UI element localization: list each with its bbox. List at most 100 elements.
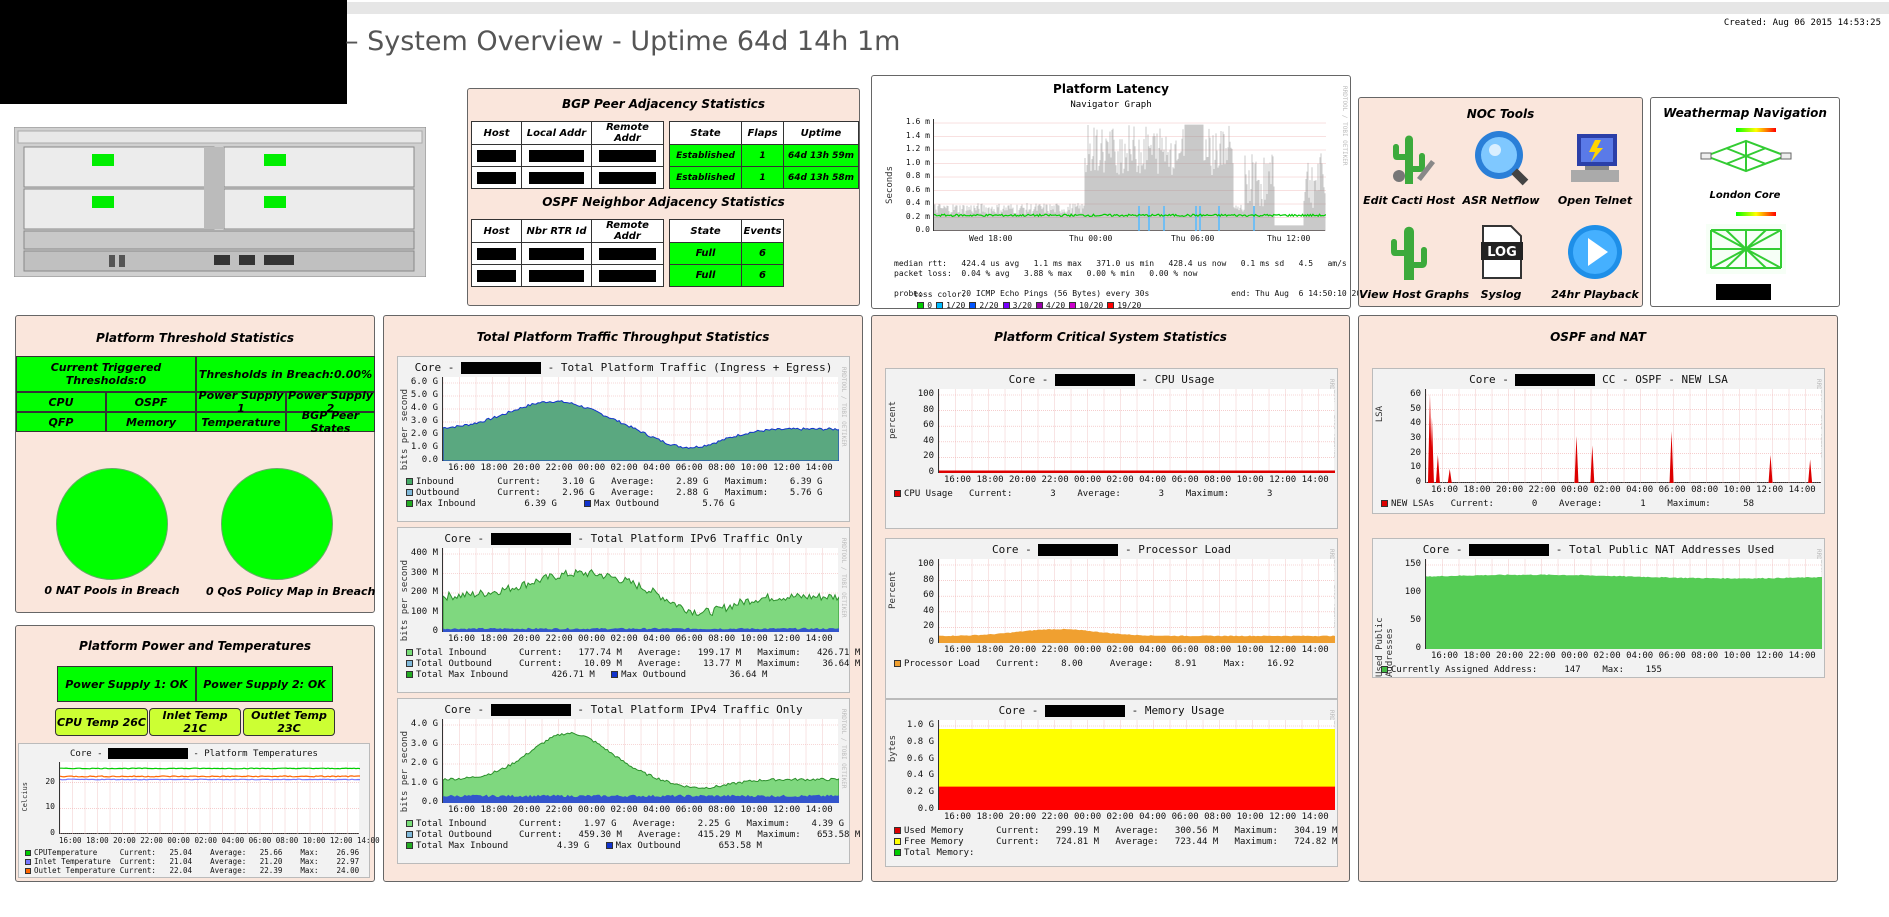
tool-open-telnet[interactable]: Open Telnet (1545, 128, 1645, 207)
tool-label: ASR Netflow (1462, 194, 1540, 207)
graph-title-prefix: Core - (70, 749, 108, 759)
traffic-panel: Total Platform Traffic Throughput Statis… (383, 315, 863, 882)
play-icon (1568, 225, 1622, 279)
y-tick: 0.0 (421, 455, 438, 465)
x-ticks: 16:00 18:00 20:00 22:00 00:00 02:00 04:0… (1431, 651, 1816, 661)
tool-syslog[interactable]: LOG Syslog (1451, 222, 1551, 301)
ospf-lsa-graph[interactable]: Core - CC - OSPF - NEW LSARRDTOOL / TOBI… (1372, 368, 1825, 514)
graph-plot (442, 719, 840, 804)
graph-plot (938, 720, 1335, 811)
ospf-table-title: OSPF Neighbor Adjacency Statistics (542, 195, 785, 209)
legend-swatch (406, 500, 413, 507)
graph-title-prefix: Core - (1469, 373, 1516, 386)
redacted-hostname (460, 362, 541, 374)
ospf-state: Full (669, 264, 742, 287)
legend-row: CPU Usage Current: 3 Average: 3 Maximum:… (894, 489, 1272, 500)
redacted-cell (471, 264, 522, 287)
loss-item-label: 19/20 (1117, 301, 1142, 310)
y-tick: 1.0 G (410, 442, 438, 452)
outlet-temp: Outlet Temp 23C (243, 708, 335, 736)
graph-title-suffix: CC - OSPF - NEW LSA (1595, 373, 1728, 386)
legend-swatch (25, 859, 31, 865)
temperatures-graph[interactable]: Core - - Platform Temperatures Celcius 1… (18, 743, 380, 878)
nat-addresses-graph[interactable]: Core - - Total Public NAT Addresses Used… (1372, 538, 1825, 678)
weathermap-title: Weathermap Navigation (1663, 106, 1827, 120)
y-tick: 6.0 G (410, 377, 438, 387)
tool-label: Open Telnet (1557, 194, 1633, 207)
bgp-uptime: 64d 13h 59m (783, 144, 859, 167)
graph-title: Core - - Total Platform IPv6 Traffic Onl… (398, 532, 849, 545)
x-ticks: 16:00 18:00 20:00 22:00 00:00 02:00 04:0… (944, 475, 1329, 485)
ipv4-traffic-graph[interactable]: Core - - Total Platform IPv4 Traffic Onl… (397, 698, 860, 864)
legend-swatch (894, 660, 901, 667)
graph-plot (442, 548, 840, 633)
ospf-nat-title: OSPF and NAT (1550, 330, 1646, 344)
redacted-hostname (1038, 544, 1119, 556)
weathermap-panel: Weathermap Navigation London Core (1650, 97, 1840, 307)
latency-plot[interactable] (933, 119, 1327, 232)
x-tick: Wed 18:00 (969, 234, 1013, 243)
y-tick: 30 (1410, 433, 1421, 443)
temp-xticks: 16:00 18:00 20:00 22:00 00:00 02:00 04:0… (59, 836, 380, 845)
cpu-usage-graph[interactable]: Core - - CPU UsageRRDTOOL / TOBI OETIKER… (885, 368, 1338, 529)
bgp-row: Established 1 64d 13h 58m (471, 166, 859, 189)
graph-title: Core - - Processor Load (886, 543, 1337, 556)
graph-title-prefix: Core - (444, 703, 491, 716)
redacted-cell (521, 144, 592, 167)
tool-label: Edit Cacti Host (1363, 194, 1455, 207)
graph-title-suffix: - Processor Load (1118, 543, 1231, 556)
legend-text: CPUTemperature Current: 25.04 Average: 2… (34, 848, 360, 857)
ospf-header-nbr: Nbr RTR Id (521, 219, 592, 243)
redacted-cell (471, 144, 522, 167)
tool-24hr-playback[interactable]: 24hr Playback (1545, 222, 1645, 301)
y-tick: 60 (923, 590, 934, 601)
power-title: Platform Power and Temperatures (78, 639, 312, 653)
redacted-cell (591, 166, 664, 189)
nat-pools-label: 0 NAT Pools in Breach (44, 584, 180, 597)
y-tick: 4.0 G (410, 719, 438, 729)
total-traffic-graph[interactable]: Core - - Total Platform Traffic (Ingress… (397, 356, 850, 522)
memory-usage-graph[interactable]: Core - - Memory UsageRRDTOOL / TOBI OETI… (885, 699, 1338, 867)
processor-load-graph[interactable]: Core - - Processor LoadRRDTOOL / TOBI OE… (885, 538, 1338, 699)
y-tick: 20 (45, 776, 55, 786)
ospf-events: 6 (741, 242, 784, 265)
ospf-header-remote: Remote Addr (591, 219, 664, 243)
ospf-neighbor-table: Host Nbr RTR Id Remote Addr State Events… (471, 219, 784, 287)
legend-swatch (894, 849, 901, 856)
temperature-status: Temperature (196, 412, 286, 432)
legend-swatch (1381, 666, 1388, 673)
traffic-title: Total Platform Traffic Throughput Statis… (476, 330, 770, 344)
y-tick: 1.0 G (410, 777, 438, 788)
tool-asr-netflow[interactable]: ASR Netflow (1451, 128, 1551, 207)
redacted-hostname (490, 704, 571, 716)
y-tick: 40 (1410, 418, 1421, 429)
legend-text: Max Outbound 653.58 M (615, 841, 762, 851)
power-supply-1-status: Power Supply 1 (196, 389, 286, 415)
legend-row: Total Max Inbound 426.71 M Max Outbound … (406, 670, 767, 681)
weathermap-thumbnail-1[interactable] (1696, 126, 1796, 184)
ospf-header-events: Events (741, 219, 784, 243)
ospf-nat-panel: OSPF and NAT Core - CC - OSPF - NEW LSAR… (1358, 315, 1838, 882)
y-tick: 3.0 G (410, 738, 438, 749)
legend-text: Total Inbound Current: 177.74 M Average:… (416, 648, 861, 658)
redacted-hostname (1054, 374, 1135, 386)
triggered-thresholds: Current Triggered Thresholds:0 (16, 356, 196, 392)
weathermap-thumbnail-2[interactable] (1696, 210, 1796, 280)
graph-title-prefix: Core - (992, 543, 1039, 556)
router-chassis-image (13, 126, 427, 278)
y-tick: 40 (923, 605, 934, 616)
legend-text: Inbound Current: 3.10 G Average: 2.89 G … (416, 477, 823, 487)
y-tick: 0.6 m (905, 184, 930, 194)
x-tick: Thu 12:00 (1267, 234, 1311, 243)
tool-edit-cacti-host[interactable]: Edit Cacti Host (1359, 128, 1459, 207)
redacted-logo-block (0, 0, 347, 104)
tool-label: 24hr Playback (1551, 288, 1639, 301)
y-tick: 2.0 G (410, 429, 438, 439)
tool-label: View Host Graphs (1359, 288, 1470, 301)
latency-panel: Platform Latency Navigator Graph Seconds… (871, 75, 1371, 310)
graph-title: Core - - Total Platform Traffic (Ingress… (398, 361, 849, 374)
legend-row: Total Outbound Current: 459.30 M Average… (406, 830, 860, 841)
tool-view-host-graphs[interactable]: View Host Graphs (1359, 222, 1470, 301)
legend-row: CPUTemperature Current: 25.04 Average: 2… (25, 848, 359, 857)
ipv6-traffic-graph[interactable]: Core - - Total Platform IPv6 Traffic Onl… (397, 527, 860, 693)
